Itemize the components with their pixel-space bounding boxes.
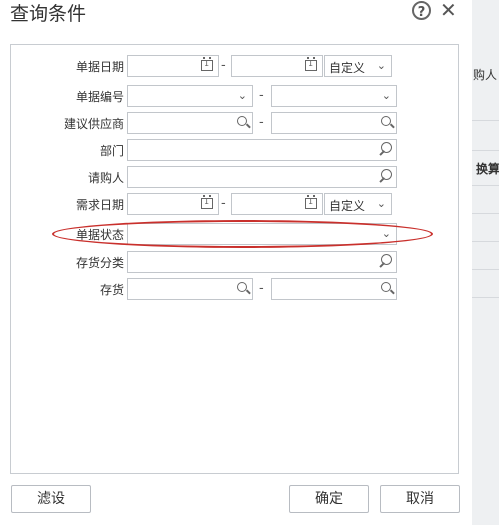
bg-column-exchange: 换算 — [476, 162, 499, 176]
label-department: 部门 — [99, 144, 124, 158]
label-inventory: 存货 — [99, 283, 124, 297]
demand-date-to[interactable] — [231, 193, 323, 215]
doc-date-from[interactable] — [127, 55, 219, 77]
range-separator: - — [221, 58, 226, 73]
search-icon[interactable] — [381, 282, 391, 292]
requester-field[interactable] — [127, 166, 397, 188]
dialog-title: 查询条件 — [10, 3, 87, 25]
doc-date-range-select[interactable]: 自定义 ⌄ — [324, 55, 392, 77]
bg-divider — [472, 297, 499, 298]
calendar-icon[interactable] — [305, 57, 317, 71]
label-doc-status: 单据状态 — [75, 228, 124, 242]
chevron-down-icon[interactable]: ⌄ — [382, 89, 391, 102]
doc-status-select[interactable]: ⌄ — [127, 223, 397, 245]
reference-search-icon[interactable] — [381, 142, 392, 153]
close-icon[interactable]: ✕ — [440, 0, 457, 22]
label-inventory-class: 存货分类 — [75, 256, 124, 270]
inventory-from[interactable] — [127, 278, 253, 300]
calendar-icon[interactable] — [201, 57, 213, 71]
search-icon[interactable] — [237, 116, 247, 126]
range-separator: - — [259, 115, 264, 130]
doc-date-range-value: 自定义 — [329, 61, 366, 75]
supplier-from[interactable] — [127, 112, 253, 134]
reference-search-icon[interactable] — [381, 169, 392, 180]
label-doc-date: 单据日期 — [75, 60, 124, 74]
label-supplier: 建议供应商 — [63, 117, 124, 131]
search-icon[interactable] — [237, 282, 247, 292]
calendar-icon[interactable] — [305, 195, 317, 209]
bg-divider — [472, 241, 499, 242]
bg-divider — [472, 213, 499, 214]
search-icon[interactable] — [381, 116, 391, 126]
bg-divider — [472, 185, 499, 186]
inventory-to[interactable] — [271, 278, 397, 300]
doc-no-to[interactable]: ⌄ — [271, 85, 397, 107]
inventory-class-field[interactable] — [127, 251, 397, 273]
label-doc-no: 单据编号 — [75, 90, 124, 104]
range-separator: - — [221, 196, 226, 211]
supplier-to[interactable] — [271, 112, 397, 134]
query-dialog: 查询条件 ? ✕ 单据日期 - 自定义 ⌄ 单据编号 ⌄ - ⌄ 建议供应商 -… — [0, 0, 472, 525]
reference-search-icon[interactable] — [381, 254, 392, 265]
help-icon[interactable]: ? — [412, 1, 431, 20]
label-demand-date: 需求日期 — [75, 198, 124, 212]
chevron-down-icon[interactable]: ⌄ — [377, 197, 386, 210]
bg-divider — [472, 150, 499, 151]
bg-divider — [472, 269, 499, 270]
chevron-down-icon[interactable]: ⌄ — [377, 59, 386, 72]
bg-column-requester: 购人 — [473, 68, 498, 82]
demand-date-from[interactable] — [127, 193, 219, 215]
chevron-down-icon[interactable]: ⌄ — [382, 227, 391, 240]
ok-button[interactable]: 确定 — [289, 485, 369, 513]
range-separator: - — [259, 88, 264, 103]
range-separator: - — [259, 281, 264, 296]
doc-no-from[interactable]: ⌄ — [127, 85, 253, 107]
doc-date-to[interactable] — [231, 55, 323, 77]
chevron-down-icon[interactable]: ⌄ — [238, 89, 247, 102]
bg-divider — [472, 120, 499, 121]
calendar-icon[interactable] — [201, 195, 213, 209]
cancel-button[interactable]: 取消 — [380, 485, 460, 513]
filter-settings-button[interactable]: 滤设 — [11, 485, 91, 513]
demand-date-range-select[interactable]: 自定义 ⌄ — [324, 193, 392, 215]
demand-date-range-value: 自定义 — [329, 199, 366, 213]
department-field[interactable] — [127, 139, 397, 161]
label-requester: 请购人 — [87, 171, 124, 185]
